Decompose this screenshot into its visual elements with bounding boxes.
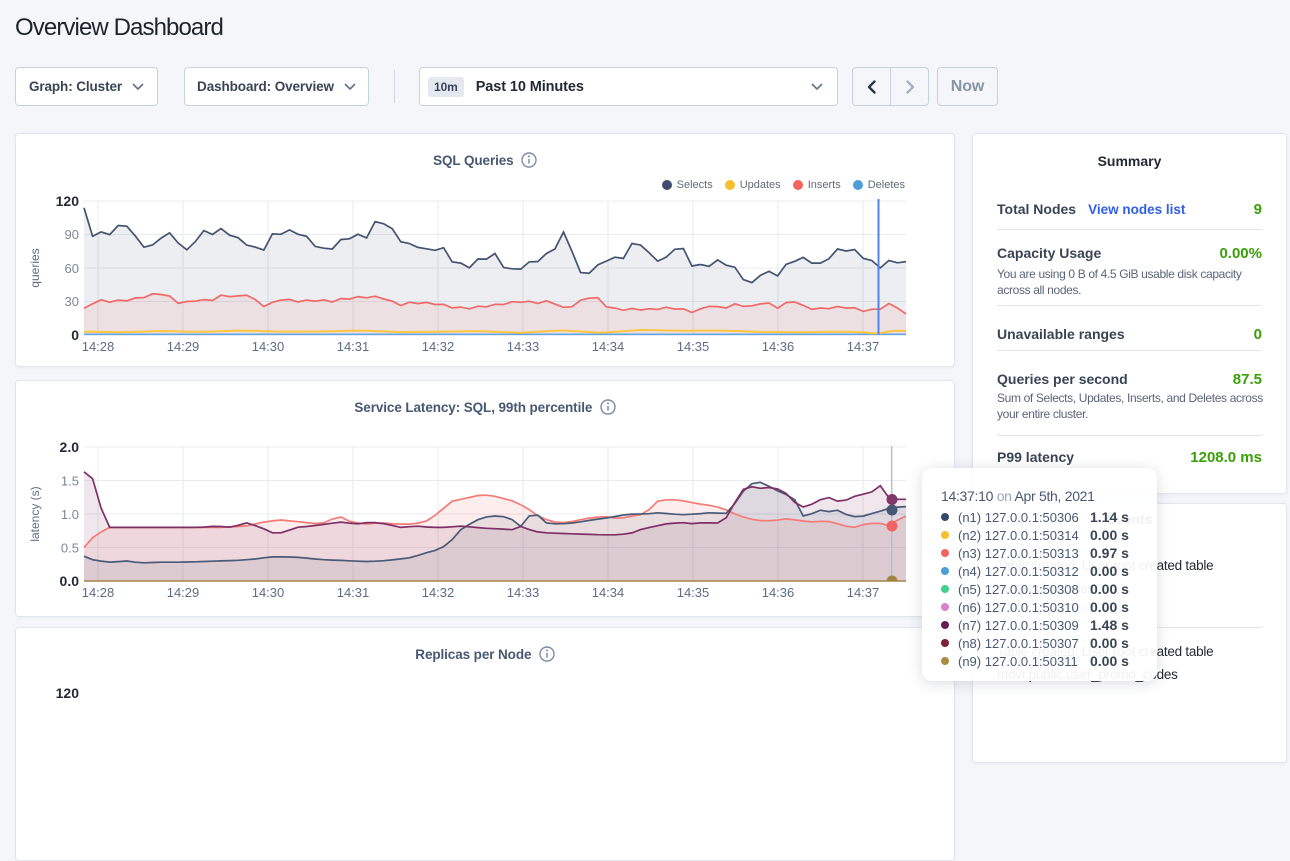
svg-text:queries: queries [28,248,42,287]
svg-text:14:28: 14:28 [82,339,115,354]
svg-text:1.5: 1.5 [61,474,79,489]
svg-text:14:36: 14:36 [762,339,795,354]
svg-text:latency (s): latency (s) [28,486,42,541]
svg-text:14:30: 14:30 [252,339,285,354]
svg-text:14:37: 14:37 [847,339,880,354]
svg-text:30: 30 [65,294,79,309]
svg-text:14:28: 14:28 [82,585,115,600]
svg-text:14:33: 14:33 [507,585,540,600]
svg-text:1.0: 1.0 [61,507,79,522]
svg-text:14:29: 14:29 [167,585,200,600]
svg-text:14:34: 14:34 [592,339,625,354]
svg-text:14:31: 14:31 [337,585,370,600]
svg-text:120: 120 [56,685,80,701]
svg-text:14:35: 14:35 [677,585,710,600]
svg-text:14:37: 14:37 [847,585,880,600]
svg-text:14:29: 14:29 [167,339,200,354]
svg-text:14:32: 14:32 [422,585,455,600]
svg-text:14:30: 14:30 [252,585,285,600]
svg-text:14:31: 14:31 [337,339,370,354]
svg-text:14:32: 14:32 [422,339,455,354]
svg-text:14:35: 14:35 [677,339,710,354]
svg-text:0: 0 [71,327,79,343]
svg-text:14:36: 14:36 [762,585,795,600]
svg-text:0.0: 0.0 [60,573,80,589]
svg-text:14:33: 14:33 [507,339,540,354]
svg-text:14:34: 14:34 [592,585,625,600]
svg-text:0.5: 0.5 [61,541,79,556]
svg-text:60: 60 [65,261,79,276]
svg-text:90: 90 [65,227,79,242]
svg-text:120: 120 [56,193,80,209]
svg-text:2.0: 2.0 [60,439,80,455]
